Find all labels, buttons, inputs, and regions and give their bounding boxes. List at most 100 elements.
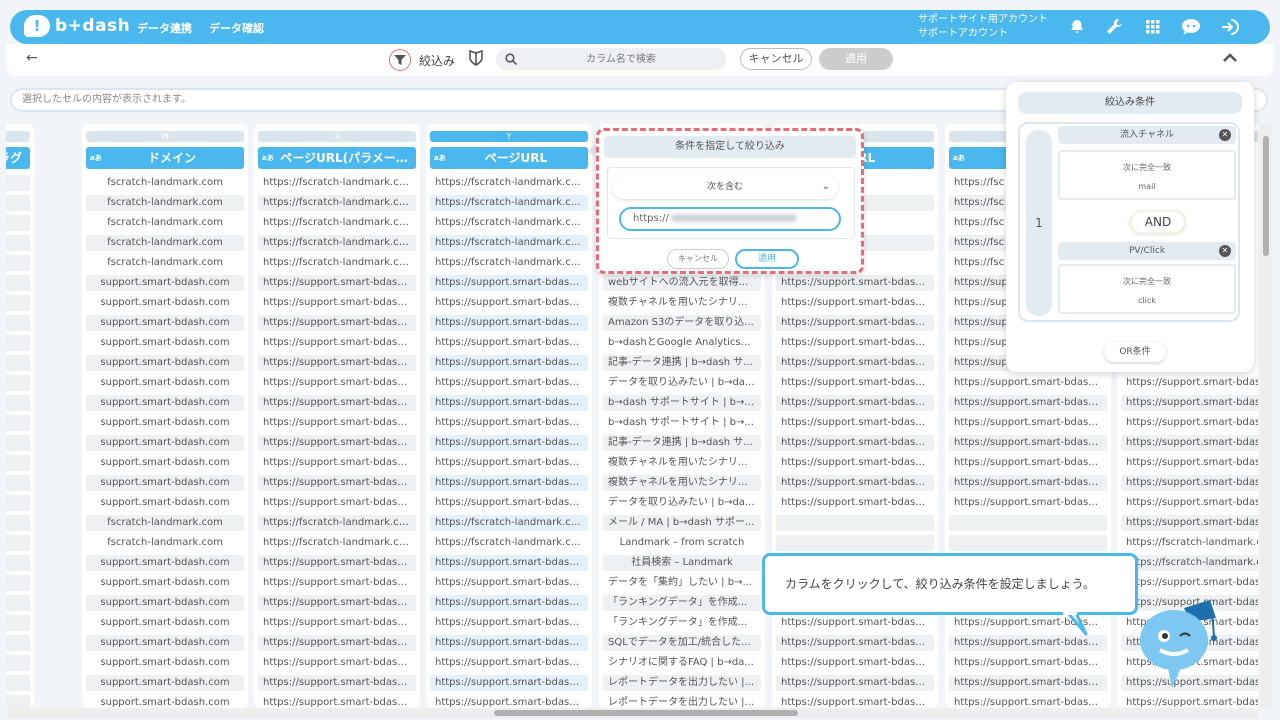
table-cell[interactable] [6,475,30,491]
table-cell[interactable]: Landmark – from scratch [603,535,761,551]
table-cell[interactable]: https://support.smart-bdasl [1121,575,1258,591]
table-cell[interactable] [6,335,30,351]
table-cell[interactable]: SQLでデータを加工/統合した... [603,635,761,651]
table-cell[interactable]: https://support.smart-bdash... [430,375,588,391]
table-cell[interactable]: fscratch-landmark.com [86,175,244,191]
table-cell[interactable]: データを取り込みたい | b→da... [603,495,761,511]
table-cell[interactable]: support.smart-bdash.com [86,575,244,591]
popup-apply-button[interactable]: 適用 [735,249,799,269]
chevron-up-icon[interactable] [1222,53,1238,66]
vertical-scroll-thumb[interactable] [1263,136,1269,256]
table-cell[interactable]: https://support.smart-bdash... [258,415,416,431]
bell-icon[interactable] [1066,17,1088,37]
table-cell[interactable]: https://support.smart-bdash... [430,695,588,708]
shield-icon[interactable] [469,49,483,69]
operator-select[interactable]: 次を含む ⌄ [612,175,838,199]
table-cell[interactable]: support.smart-bdash.com [86,675,244,691]
table-cell[interactable]: fscratch-landmark.com [86,235,244,251]
table-cell[interactable] [6,655,30,671]
table-cell[interactable]: https://fscratch-landmark.co... [258,235,416,251]
table-cell[interactable] [6,315,30,331]
column-letter[interactable] [6,131,30,142]
back-arrow-icon[interactable]: ← [26,50,38,66]
table-cell[interactable]: Amazon S3のデータを取り込... [603,315,761,331]
vertical-scrollbar[interactable] [1260,124,1272,708]
table-cell[interactable]: b→dashとGoogle Analyticsの... [603,335,761,351]
table-cell[interactable]: https://support.smart-bdash... [430,335,588,351]
table-cell[interactable]: https://support.smart-bdash... [430,595,588,611]
table-cell[interactable]: https://fscratch-landmark.co... [430,235,588,251]
table-cell[interactable]: support.smart-bdash.com [86,495,244,511]
table-cell[interactable] [949,535,1107,551]
table-cell[interactable]: support.smart-bdash.com [86,315,244,331]
table-cell[interactable]: https://fscratch-landmark.co... [258,515,416,531]
table-cell[interactable]: support.smart-bdash.com [86,695,244,708]
table-cell[interactable]: support.smart-bdash.com [86,395,244,411]
grid-column[interactable]: Xaあ ページURL(パラメー… https://fscratch-landmark… [254,124,420,708]
condition-item-head[interactable]: PV/Click ✕ [1058,242,1236,260]
table-cell[interactable]: b→dash サポートサイト | b→... [603,415,761,431]
table-cell[interactable] [6,675,30,691]
grid-column[interactable]: Yaあ ページURL https://fscratch-landmark.co...… [426,124,592,708]
table-cell[interactable] [6,695,30,708]
table-cell[interactable]: https://fscratch-landmark.co... [430,195,588,211]
table-cell[interactable] [6,195,30,211]
table-cell[interactable]: https://fscratch-landmark.co... [430,535,588,551]
table-cell[interactable] [6,215,30,231]
table-cell[interactable]: https://support.smart-bdash... [258,395,416,411]
cancel-button[interactable]: キャンセル [740,48,812,70]
table-cell[interactable]: support.smart-bdash.com [86,335,244,351]
table-cell[interactable]: https://support.smart-bdash... [776,675,934,691]
table-cell[interactable]: support.smart-bdash.com [86,355,244,371]
table-cell[interactable]: https://support.smart-bdash... [258,595,416,611]
table-cell[interactable]: https://support.smart-bdash... [949,455,1107,471]
table-cell[interactable]: https://support.smart-bdasl [1121,495,1258,511]
table-cell[interactable]: https://support.smart-bdash... [258,295,416,311]
table-cell[interactable]: fscratch-landmark.com [86,535,244,551]
table-cell[interactable]: fscratch-landmark.com [86,255,244,271]
table-cell[interactable]: https://fscratch-landmark.c [1121,535,1258,551]
table-cell[interactable]: https://support.smart-bdash... [258,495,416,511]
table-cell[interactable]: https://fscratch-landmark.co... [430,515,588,531]
table-cell[interactable]: https://support.smart-bdash... [430,395,588,411]
table-cell[interactable]: https://support.smart-bdasl [1121,455,1258,471]
table-cell[interactable]: 複数チャネルを用いたシナリ... [603,475,761,491]
table-cell[interactable] [6,555,30,571]
table-cell[interactable]: https://support.smart-bdasl [1121,515,1258,531]
table-cell[interactable]: https://support.smart-bdash... [949,435,1107,451]
column-header[interactable]: aあ ページURL(パラメー… [258,147,416,169]
table-cell[interactable]: fscratch-landmark.com [86,215,244,231]
table-cell[interactable]: https://support.smart-bdash... [949,495,1107,511]
table-cell[interactable] [6,435,30,451]
table-cell[interactable]: 複数チャネルを用いたシナリ... [603,455,761,471]
table-cell[interactable]: support.smart-bdash.com [86,615,244,631]
table-cell[interactable] [6,295,30,311]
table-cell[interactable] [6,375,30,391]
table-cell[interactable]: https://support.smart-bdash... [776,435,934,451]
table-cell[interactable] [6,515,30,531]
table-cell[interactable]: https://support.smart-bdash... [430,655,588,671]
table-cell[interactable] [6,175,30,191]
table-cell[interactable]: support.smart-bdash.com [86,655,244,671]
table-cell[interactable]: https://support.smart-bdasl [1121,415,1258,431]
table-cell[interactable]: https://fscratch-landmark.co... [258,215,416,231]
grid-icon[interactable] [1142,17,1164,37]
table-cell[interactable]: https://support.smart-bdash... [776,375,934,391]
filter-label[interactable]: 絞込み [419,52,455,69]
table-cell[interactable]: 記事-データ連携 | b→dash サ... [603,355,761,371]
table-cell[interactable]: https://support.smart-bdasl [1121,375,1258,391]
table-cell[interactable] [776,535,934,551]
table-cell[interactable]: データを取り込みたい | b→da... [603,375,761,391]
table-cell[interactable]: https://fscratch-landmark.co... [258,535,416,551]
table-cell[interactable]: support.smart-bdash.com [86,555,244,571]
table-cell[interactable]: https://support.smart-bdash... [776,275,934,291]
filter-value-input[interactable]: https:// [619,207,841,231]
table-cell[interactable]: https://support.smart-bdash... [430,635,588,651]
table-cell[interactable] [6,255,30,271]
table-cell[interactable]: https://support.smart-bdash... [776,495,934,511]
table-cell[interactable]: https://support.smart-bdash... [258,475,416,491]
table-cell[interactable]: https://support.smart-bdash... [776,475,934,491]
condition-item-body[interactable]: 次に完全一致 mail [1058,150,1236,200]
table-cell[interactable]: https://support.smart-bdash... [258,335,416,351]
account-info[interactable]: サポートサイト用アカウント サポートアカウント [918,13,1048,41]
